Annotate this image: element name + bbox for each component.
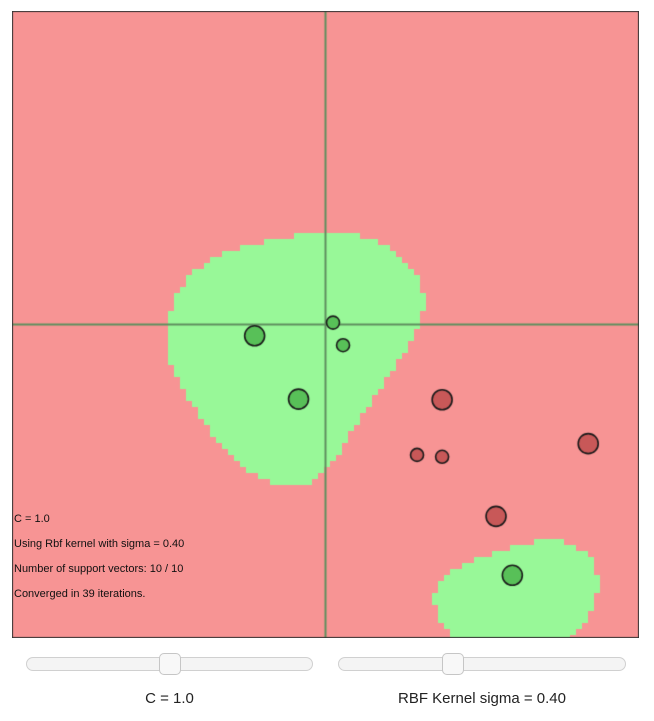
info-support-vectors: Number of support vectors: 10 / 10	[14, 563, 184, 575]
c-slider-thumb[interactable]	[158, 653, 181, 675]
sigma-slider[interactable]	[338, 653, 626, 675]
sigma-slider-thumb[interactable]	[442, 653, 465, 675]
c-caption: C = 1.0	[145, 690, 194, 707]
c-slider[interactable]	[26, 653, 313, 675]
info-c-value: C = 1.0	[14, 513, 50, 525]
info-iterations: Converged in 39 iterations.	[14, 588, 146, 600]
sigma-caption: RBF Kernel sigma = 0.40	[398, 690, 566, 707]
info-kernel: Using Rbf kernel with sigma = 0.40	[14, 538, 185, 550]
